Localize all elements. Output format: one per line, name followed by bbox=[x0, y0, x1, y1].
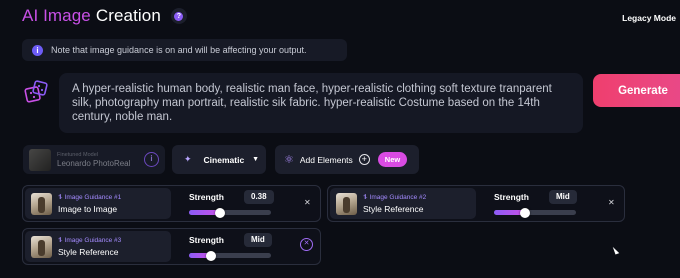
guidance-card[interactable]: ⥮ Image Guidance #1 Image to Image bbox=[25, 188, 171, 219]
model-thumbnail bbox=[29, 148, 51, 171]
plus-icon: + bbox=[358, 154, 370, 165]
guidance-title: ⥮ Image Guidance #1 bbox=[58, 193, 122, 201]
style-value: Cinematic bbox=[203, 154, 245, 165]
title-rest: Creation bbox=[95, 6, 161, 25]
title-accent: AI Image bbox=[22, 6, 91, 25]
guidance-title: ⥮ Image Guidance #2 bbox=[363, 193, 427, 201]
strength-slider[interactable] bbox=[494, 207, 576, 218]
mouse-cursor-icon bbox=[612, 245, 620, 255]
model-small-label: Finetuned Model bbox=[57, 151, 98, 158]
prompt-input[interactable]: A hyper-realistic human body, realistic … bbox=[59, 73, 583, 133]
page-title: AI Image Creation ? bbox=[22, 6, 187, 26]
close-icon[interactable]: ✕ bbox=[304, 198, 311, 207]
image-guidance-3: ⥮ Image Guidance #3 Style Reference Stre… bbox=[22, 228, 321, 265]
guidance-title: ⥮ Image Guidance #3 bbox=[58, 236, 122, 244]
strength-label: Strength bbox=[189, 192, 224, 202]
strength-slider[interactable] bbox=[189, 250, 271, 261]
add-elements-button[interactable]: ⚛ Add Elements + New bbox=[275, 145, 419, 174]
slider-handle[interactable] bbox=[520, 207, 530, 218]
guidance-type: Image to Image bbox=[58, 203, 118, 214]
finetuned-model-select[interactable]: Finetuned Model Leonardo PhotoReal i bbox=[23, 145, 165, 174]
guidance-thumbnail bbox=[31, 235, 52, 258]
close-circle-icon[interactable]: ✕ bbox=[300, 238, 313, 251]
prompt-text: A hyper-realistic human body, realistic … bbox=[72, 83, 552, 123]
generate-button[interactable]: Generate bbox=[593, 74, 680, 107]
guidance-thumbnail bbox=[31, 192, 52, 215]
notice-text: Note that image guidance is on and will … bbox=[51, 45, 307, 55]
strength-value: 0.38 bbox=[244, 190, 274, 204]
title-info-icon[interactable]: ? bbox=[170, 8, 187, 24]
model-name: Leonardo PhotoReal bbox=[57, 158, 131, 168]
slider-handle[interactable] bbox=[215, 207, 225, 218]
image-guidance-1: ⥮ Image Guidance #1 Image to Image Stren… bbox=[22, 185, 321, 222]
guidance-notice: i Note that image guidance is on and wil… bbox=[22, 39, 347, 61]
strength-value: Mid bbox=[549, 190, 577, 204]
guidance-card[interactable]: ⥮ Image Guidance #2 Style Reference bbox=[330, 188, 476, 219]
legacy-mode-toggle[interactable]: Legacy Mode bbox=[622, 13, 676, 23]
style-dropdown[interactable]: ✦ Cinematic ▼ bbox=[172, 145, 266, 174]
slider-handle[interactable] bbox=[206, 250, 216, 261]
image-guidance-2: ⥮ Image Guidance #2 Style Reference Stre… bbox=[327, 185, 625, 222]
chevron-down-icon: ▼ bbox=[252, 156, 260, 163]
strength-label: Strength bbox=[189, 235, 224, 245]
model-info-icon[interactable]: i bbox=[144, 152, 159, 167]
guidance-card[interactable]: ⥮ Image Guidance #3 Style Reference bbox=[25, 231, 171, 262]
strength-slider[interactable] bbox=[189, 207, 271, 218]
guidance-type: Style Reference bbox=[363, 203, 424, 214]
strength-value: Mid bbox=[244, 233, 272, 247]
atom-icon: ⚛ bbox=[284, 154, 294, 166]
random-prompt-dice-icon[interactable] bbox=[24, 80, 50, 106]
close-icon[interactable]: ✕ bbox=[608, 198, 615, 207]
strength-label: Strength bbox=[494, 192, 529, 202]
info-icon: i bbox=[32, 44, 43, 56]
guidance-type: Style Reference bbox=[58, 246, 119, 257]
new-badge: New bbox=[377, 152, 408, 167]
add-elements-label: Add Elements bbox=[299, 154, 353, 165]
guidance-thumbnail bbox=[336, 192, 357, 215]
sparkle-icon: ✦ bbox=[184, 154, 192, 164]
